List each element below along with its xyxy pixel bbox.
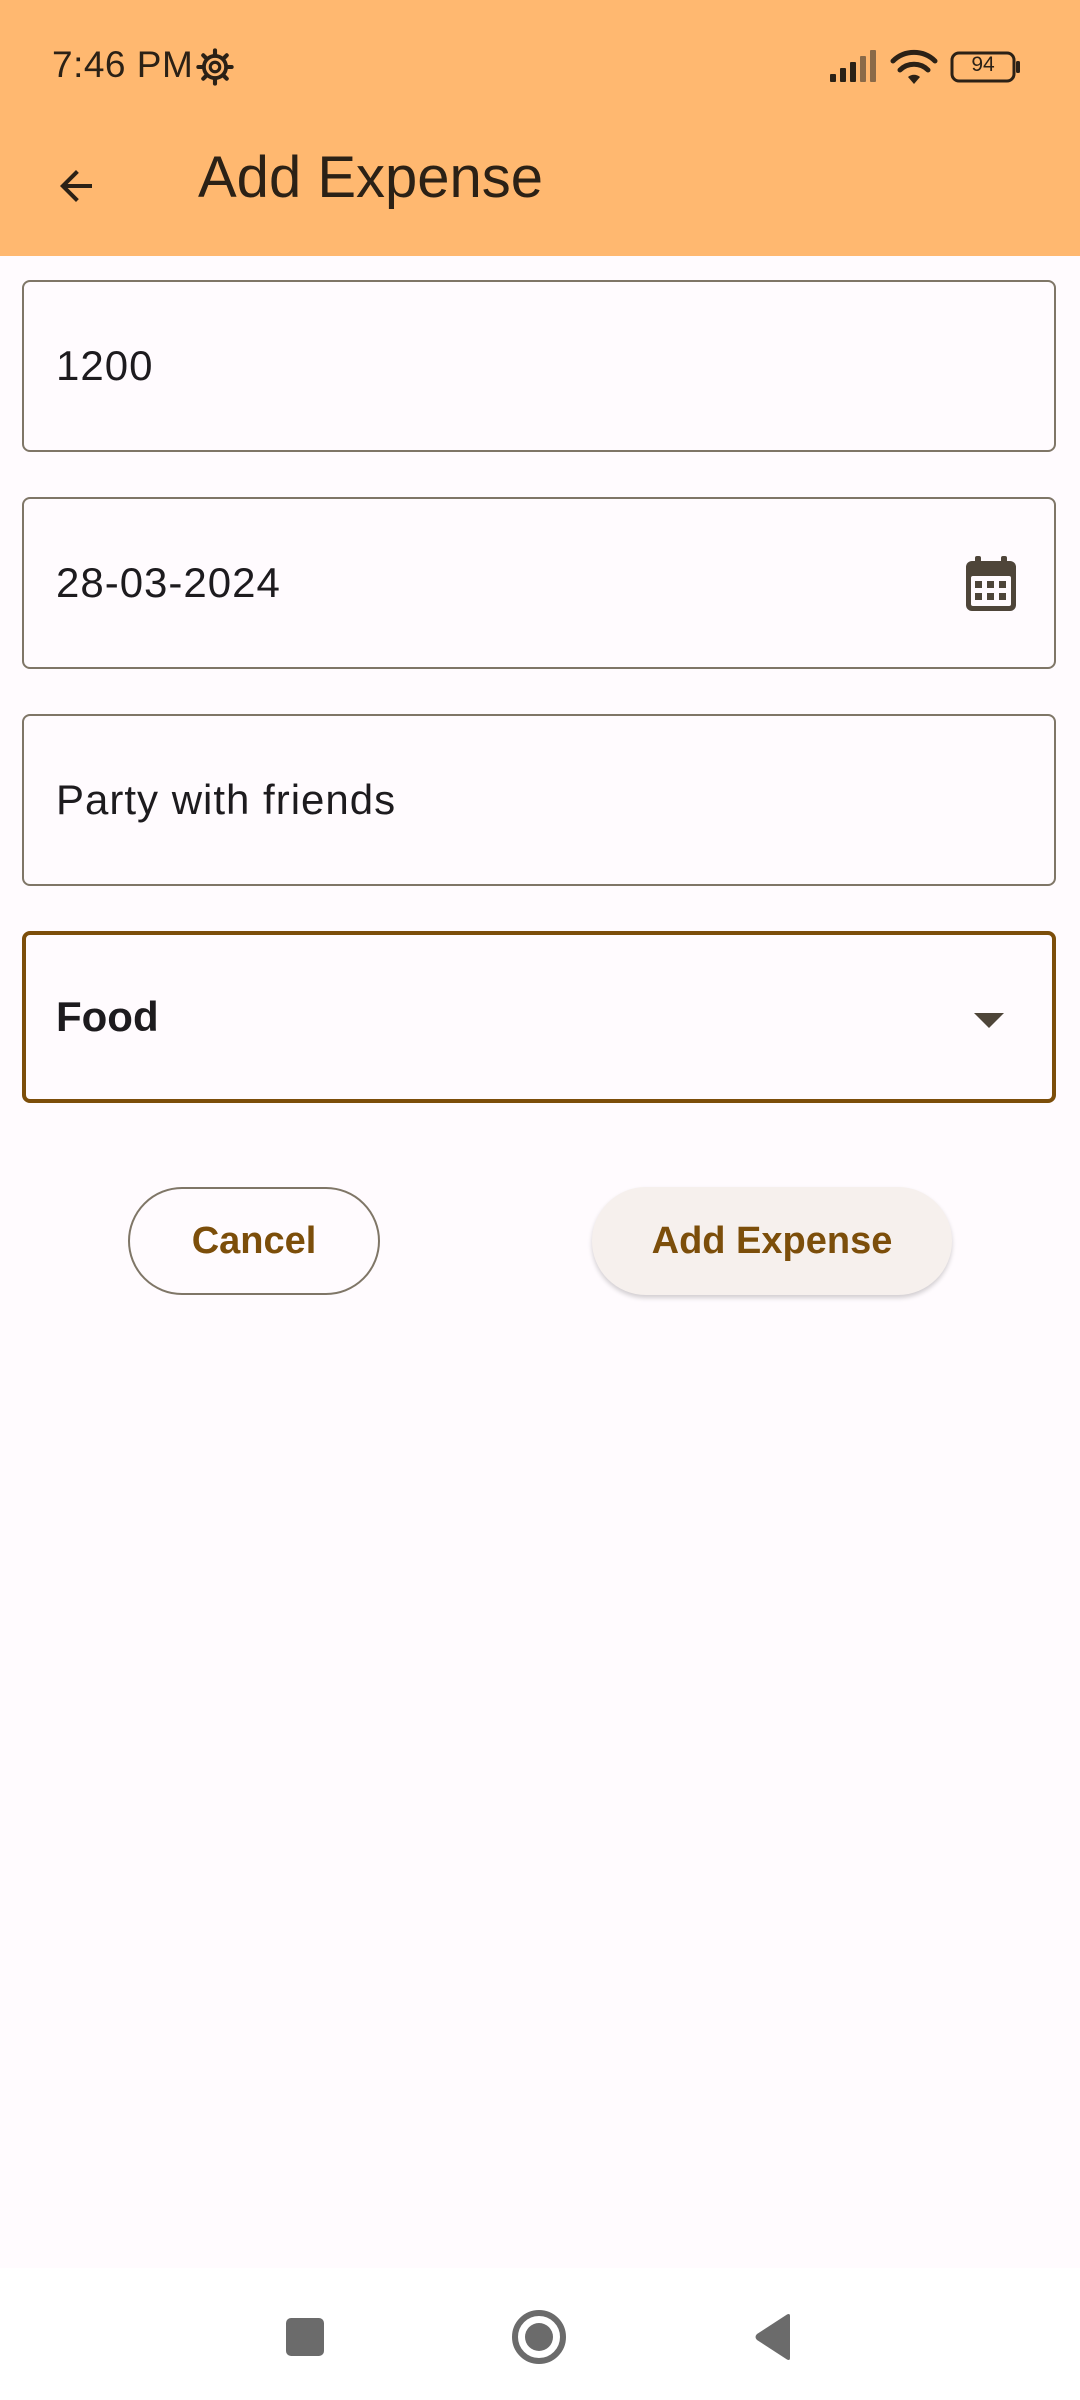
amount-field[interactable]: 1200 <box>22 280 1056 452</box>
system-nav-bar <box>0 2268 1080 2400</box>
wifi-icon <box>890 49 938 84</box>
category-selected: Food <box>56 993 159 1040</box>
home-icon[interactable] <box>510 2308 568 2366</box>
page-title: Add Expense <box>198 145 544 210</box>
date-value: 28-03-2024 <box>56 559 281 606</box>
back-button[interactable] <box>36 146 116 226</box>
description-value: Party with friends <box>56 776 397 823</box>
recents-icon[interactable] <box>286 2318 324 2356</box>
dropdown-arrow-icon <box>974 1013 1004 1028</box>
calendar-icon[interactable] <box>964 555 1018 613</box>
cancel-button[interactable]: Cancel <box>128 1187 380 1295</box>
back-icon[interactable] <box>752 2312 794 2362</box>
status-time: 7:46 PM <box>52 44 194 85</box>
amount-value: 1200 <box>56 342 154 389</box>
gear-icon <box>196 48 234 86</box>
app-header: 7:46 PM 94 Add Expense <box>0 0 1080 256</box>
date-field[interactable]: 28-03-2024 <box>22 497 1056 669</box>
battery-level: 94 <box>971 53 995 76</box>
category-dropdown[interactable]: Food <box>22 931 1056 1103</box>
signal-icon <box>830 50 876 82</box>
arrow-back-icon <box>60 170 92 202</box>
add-expense-button[interactable]: Add Expense <box>592 1187 952 1295</box>
status-bar: 7:46 PM 94 <box>0 0 1080 134</box>
description-field[interactable]: Party with friends <box>22 714 1056 886</box>
